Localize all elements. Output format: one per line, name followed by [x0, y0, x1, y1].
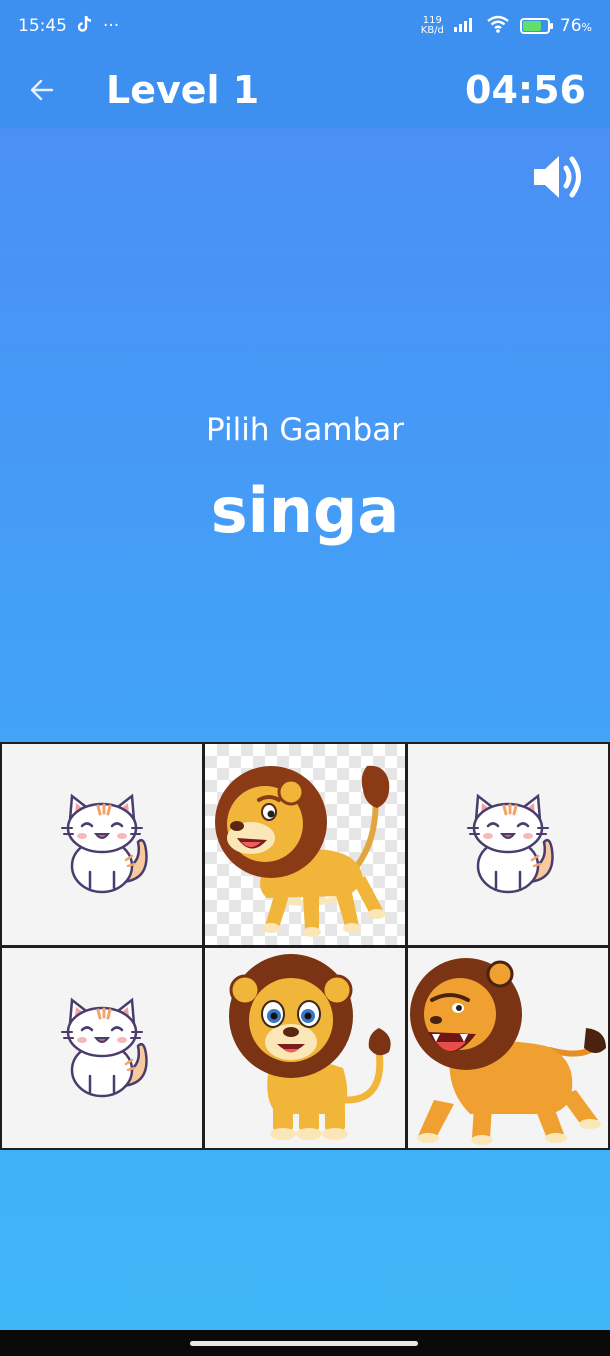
cat-image	[61, 997, 148, 1097]
battery-percent-value: 76	[559, 16, 582, 36]
answer-grid	[0, 742, 610, 1150]
wifi-icon	[486, 15, 510, 38]
signal-icon	[453, 16, 476, 37]
answer-tile-cat[interactable]	[408, 744, 608, 945]
status-left: 15:45 ···	[18, 15, 119, 38]
lion-cub-image	[229, 953, 391, 1140]
more-dots-icon: ···	[103, 16, 120, 36]
status-time: 15:45	[18, 16, 67, 36]
status-bar: 15:45 ··· 119 KB/d 76%	[0, 0, 610, 52]
app-bar: Level 1 04:56	[0, 52, 610, 128]
page-title: Level 1	[106, 68, 260, 112]
back-button[interactable]	[24, 72, 60, 108]
answer-tile-lion-walking[interactable]	[205, 744, 405, 945]
sound-button[interactable]	[530, 148, 588, 206]
target-word: singa	[210, 474, 400, 547]
speaker-volume-icon	[534, 156, 581, 198]
home-indicator[interactable]	[190, 1341, 418, 1346]
answer-tile-cat[interactable]	[2, 947, 202, 1148]
net-speed: 119 KB/d	[421, 16, 444, 36]
prompt-label: Pilih Gambar	[206, 412, 404, 448]
arrow-left-icon	[30, 79, 54, 101]
status-right: 119 KB/d 76%	[421, 15, 592, 38]
lion-walking-image	[215, 766, 390, 938]
cat-image	[61, 793, 148, 894]
battery-percent: 76%	[560, 16, 592, 36]
cat-image	[467, 793, 554, 894]
answer-tile-cat[interactable]	[2, 744, 202, 945]
battery-percent-suffix: %	[581, 21, 592, 34]
net-speed-unit: KB/d	[420, 25, 444, 36]
answer-tile-lion-cub[interactable]	[205, 947, 405, 1148]
countdown-timer: 04:56	[465, 68, 586, 112]
battery-fill	[522, 21, 541, 31]
navigation-bar	[0, 1330, 610, 1356]
answer-tile-lion-roaring[interactable]	[408, 947, 608, 1148]
lion-roaring-image	[410, 957, 606, 1145]
battery-charging-icon	[519, 18, 553, 34]
tiktok-icon	[77, 15, 93, 38]
